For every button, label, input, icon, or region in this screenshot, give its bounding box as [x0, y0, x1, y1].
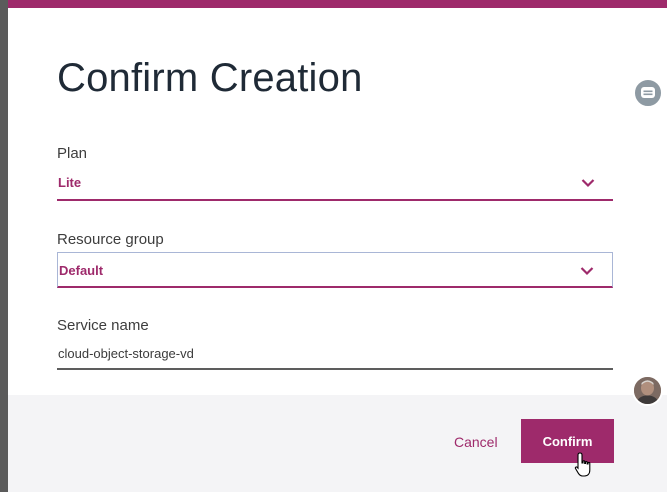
- page-backdrop: [0, 0, 8, 492]
- confirm-button[interactable]: Confirm: [521, 419, 614, 463]
- resource-group-select-value: Default: [59, 263, 104, 278]
- service-name-input[interactable]: [57, 339, 613, 370]
- cancel-button[interactable]: Cancel: [454, 434, 498, 450]
- chevron-down-icon: [580, 267, 594, 276]
- resource-group-label: Resource group: [57, 231, 164, 248]
- confirm-creation-dialog: Confirm Creation Plan Lite Resource grou…: [8, 0, 667, 492]
- side-chat-button[interactable]: [633, 78, 663, 108]
- hand-pointer-icon: [574, 452, 591, 477]
- avatar-image: [634, 377, 661, 404]
- resource-group-select[interactable]: Default: [57, 252, 613, 288]
- plan-select[interactable]: Lite: [57, 168, 613, 201]
- plan-label: Plan: [57, 145, 88, 162]
- chat-icon: [641, 87, 655, 98]
- service-name-label: Service name: [57, 317, 149, 334]
- dialog-top-accent: [8, 0, 667, 8]
- dialog-title: Confirm Creation: [57, 56, 363, 100]
- plan-select-value: Lite: [58, 175, 82, 190]
- avatar[interactable]: [632, 375, 663, 406]
- dialog-footer: Cancel Confirm: [8, 395, 667, 492]
- chevron-down-icon: [581, 179, 595, 188]
